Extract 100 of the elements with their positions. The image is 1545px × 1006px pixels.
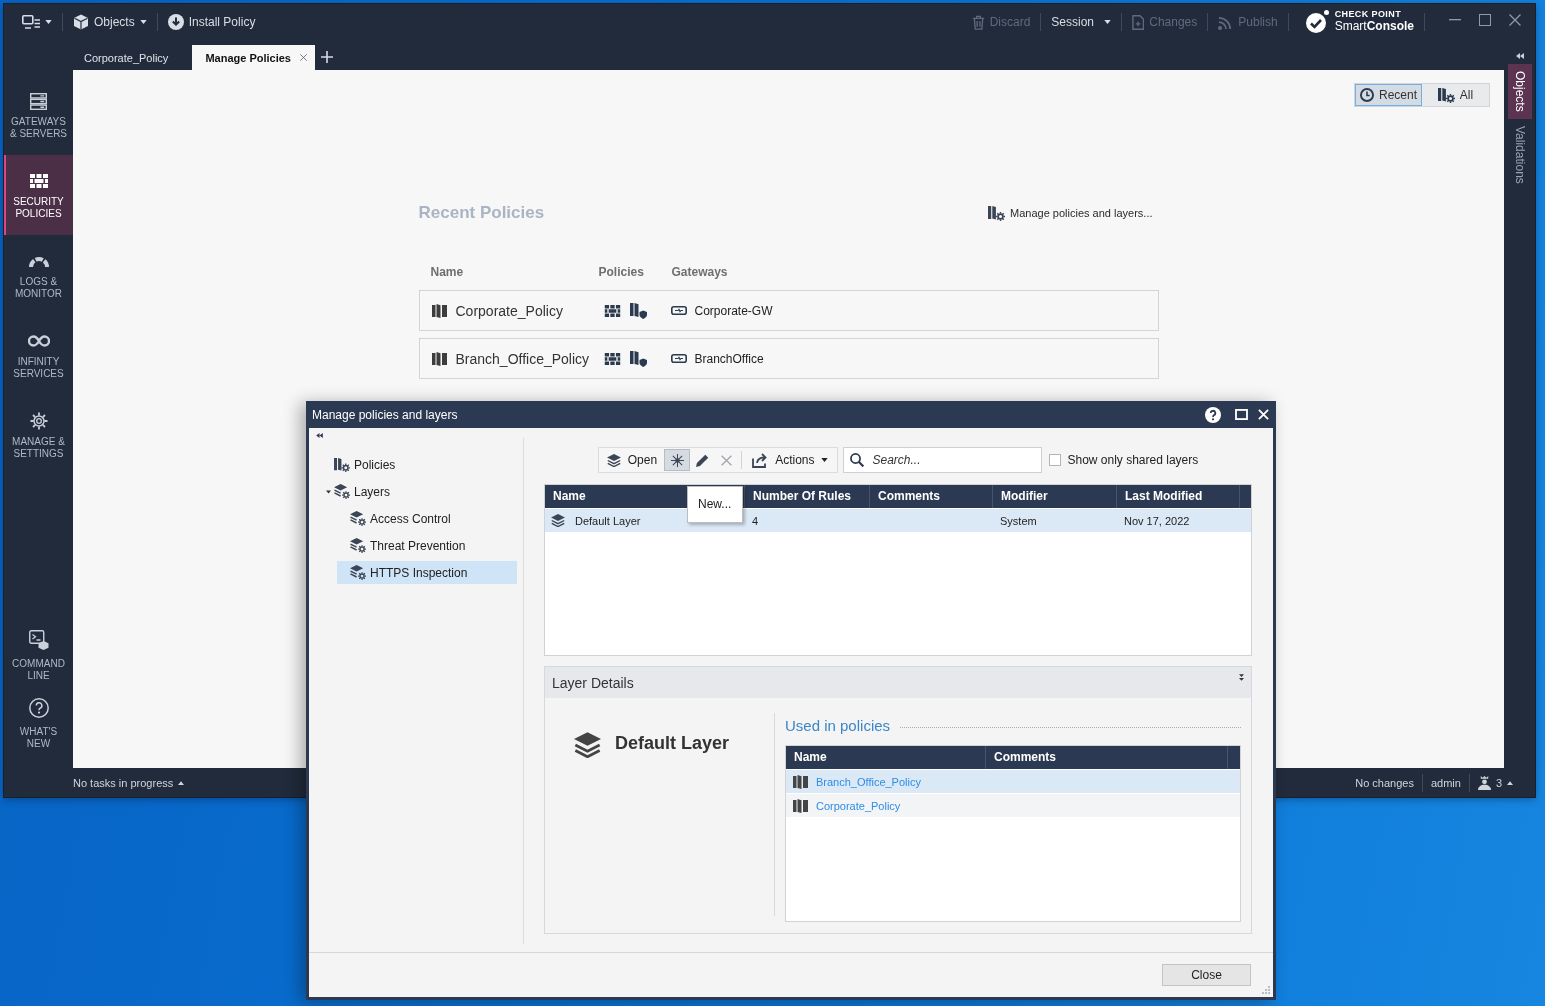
layers-icon: [551, 514, 565, 527]
cube-icon: [73, 14, 89, 30]
maximize-icon[interactable]: [1479, 14, 1491, 26]
tree-item[interactable]: Layers: [322, 480, 517, 503]
manage-policies-link[interactable]: Manage policies and layers...: [988, 205, 1153, 221]
install-policy-button[interactable]: Install Policy: [161, 9, 262, 35]
books-gear-icon: [1437, 87, 1455, 103]
minimize-icon[interactable]: [1449, 19, 1461, 21]
sidebar-item[interactable]: SECURITY POLICIES: [4, 155, 73, 235]
column-header: Modifier: [993, 485, 1117, 508]
layers-gear-icon: [334, 484, 350, 499]
gauge-icon: [28, 255, 49, 267]
table-cell: 4: [752, 514, 759, 527]
tree-item[interactable]: HTTPS Inspection: [337, 561, 517, 584]
books-gear-icon: [988, 205, 1006, 221]
panel-title: Layer Details: [552, 674, 634, 691]
column-header: Name: [430, 265, 465, 279]
policy-name: Corporate_Policy: [455, 302, 563, 319]
plus-icon[interactable]: [320, 51, 333, 63]
trash-icon: [971, 14, 985, 30]
caret-icon[interactable]: [326, 489, 331, 494]
tree-item[interactable]: Policies: [322, 453, 517, 476]
changes-status: No changes: [1355, 776, 1414, 789]
side-tab[interactable]: Objects: [1507, 64, 1532, 119]
layers-gear-icon: [350, 511, 366, 526]
gateway-name: BranchOffice: [694, 351, 764, 366]
double-chevron-icon[interactable]: [1239, 674, 1244, 681]
session-menu[interactable]: Session: [1045, 9, 1118, 35]
monitor-list-icon: [22, 15, 40, 29]
tab[interactable]: Corporate_Policy: [73, 45, 180, 70]
sidebar-item[interactable]: COMMAND LINE: [4, 620, 73, 688]
tree-item[interactable]: Threat Prevention: [337, 534, 517, 557]
book-icon: [793, 798, 808, 813]
policy-name: Branch_Office_Policy: [455, 350, 590, 367]
double-chevron-icon[interactable]: [1515, 53, 1524, 59]
brick-grid-icon: [603, 304, 621, 317]
tab[interactable]: Manage Policies: [192, 45, 315, 70]
section-title: Recent Policies: [418, 203, 545, 223]
view-toggle-button[interactable]: All: [1422, 84, 1489, 106]
document-plus-icon: [1132, 14, 1145, 30]
sidebar-item[interactable]: INFINITY SERVICES: [4, 315, 73, 395]
double-chevron-icon[interactable]: [316, 433, 323, 438]
column-header: Gateways: [671, 265, 729, 279]
settings-icon: [29, 412, 48, 430]
sparkle-icon: [670, 453, 684, 467]
close-button[interactable]: Close: [1162, 964, 1251, 986]
close-icon[interactable]: [1509, 14, 1521, 26]
tasks-button[interactable]: No tasks in progress: [73, 776, 185, 789]
sidebar-item[interactable]: LOGS & MONITOR: [4, 235, 73, 315]
layers-icon: [574, 732, 601, 758]
sidebar-item[interactable]: GATEWAYS & SERVERS: [4, 75, 73, 155]
objects-menu[interactable]: Objects: [67, 9, 153, 35]
layer-name: Default Layer: [615, 733, 730, 754]
actions-menu[interactable]: Actions: [745, 449, 836, 471]
server-stack-icon: [30, 92, 47, 110]
search-icon: [850, 453, 865, 467]
column-header: Policies: [598, 265, 645, 279]
search-field[interactable]: Search...: [843, 447, 1043, 473]
side-tab[interactable]: Validations: [1507, 118, 1532, 191]
caret-down-icon: [1104, 20, 1112, 24]
caret-up-icon: [178, 780, 185, 785]
company-name: CHECK POINT: [1334, 10, 1403, 21]
share-arrow-icon: [752, 452, 769, 468]
user-name: admin: [1430, 776, 1461, 789]
column-header: Last Modified: [1117, 485, 1240, 508]
checkbox-label: Show only shared layers: [1067, 453, 1199, 467]
book-icon: [431, 303, 447, 318]
caret-up-icon: [1507, 780, 1513, 785]
layers-icon: [606, 453, 621, 467]
download-circle-icon: [167, 14, 184, 30]
section-title: Used in policies: [785, 716, 891, 734]
pencil-icon: [695, 453, 709, 467]
column-header: Name: [786, 746, 986, 769]
help-icon[interactable]: [1205, 406, 1221, 423]
view-toggle-button[interactable]: Recent: [1355, 84, 1422, 106]
table-row[interactable]: Default Layer 4 System Nov 17, 2022: [545, 509, 1251, 532]
logo-icon: [1304, 10, 1329, 34]
clock-icon: [1360, 88, 1374, 102]
policy-row[interactable]: Corporate_Policy Corporate-GW: [418, 290, 1159, 331]
checkbox[interactable]: [1049, 454, 1062, 466]
caret-down-icon: [45, 20, 52, 24]
layers-gear-icon: [350, 538, 366, 553]
sidebar-item[interactable]: WHAT'S NEW: [4, 688, 73, 756]
caret-down-icon: [139, 20, 147, 24]
column-header: Comments: [870, 485, 993, 508]
resize-grip-icon[interactable]: [1261, 985, 1270, 994]
tooltip: New...: [687, 486, 743, 523]
brick-grid-icon: [603, 352, 621, 365]
sidebar-item[interactable]: MANAGE & SETTINGS: [4, 395, 73, 475]
new-button[interactable]: [664, 449, 691, 471]
caret-down-icon: [821, 458, 829, 462]
terminal-icon: [28, 630, 49, 650]
question-circle-icon: [28, 698, 49, 718]
tree-item[interactable]: Access Control: [337, 507, 517, 530]
open-button[interactable]: Open: [599, 449, 665, 471]
sessions-button[interactable]: 3: [1477, 775, 1513, 790]
gateway-name: Corporate-GW: [694, 303, 773, 318]
crowned-person-icon: [1477, 775, 1491, 790]
policy-row[interactable]: Branch_Office_Policy BranchOffice: [418, 338, 1159, 379]
cross-icon: [720, 454, 732, 466]
